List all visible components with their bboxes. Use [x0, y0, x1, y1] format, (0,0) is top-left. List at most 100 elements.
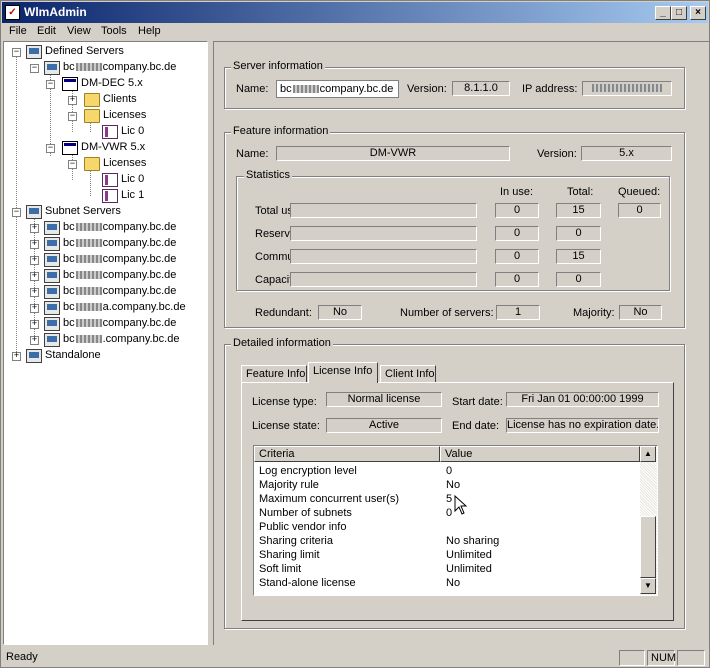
- feature-icon: [62, 141, 78, 155]
- expander-subnet-8[interactable]: +: [30, 336, 39, 345]
- redacted-text: [292, 85, 319, 94]
- server-version-field: 8.1.1.0: [452, 81, 510, 96]
- menu-help[interactable]: Help: [138, 25, 161, 37]
- num-servers-field: 1: [496, 305, 540, 320]
- expander-subnet-2[interactable]: +: [30, 240, 39, 249]
- col-header-value[interactable]: Value: [440, 446, 640, 462]
- list-item[interactable]: Stand-alone license: [259, 577, 356, 589]
- feature-version-label: Version:: [537, 148, 577, 160]
- menu-edit[interactable]: Edit: [37, 25, 56, 37]
- criteria-list[interactable]: Criteria Value Log encryption level 0 Ma…: [253, 445, 658, 596]
- folder-icon: [84, 93, 100, 107]
- title-bar[interactable]: ✓ WlmAdmin _ □ ×: [2, 2, 708, 23]
- server-group-icon: [26, 205, 42, 219]
- stat-inuse-capacity: 0: [495, 272, 539, 287]
- menu-view[interactable]: View: [67, 25, 91, 37]
- list-item[interactable]: Majority rule: [259, 479, 319, 491]
- expander-subnet-7[interactable]: +: [30, 320, 39, 329]
- stat-bar-reserved: [290, 226, 477, 241]
- stat-inuse-total-users: 0: [495, 203, 539, 218]
- redundant-label: Redundant:: [255, 307, 312, 319]
- server-tree[interactable]: − Defined Servers − bc company.bc.de − DM…: [3, 41, 208, 645]
- minimize-button[interactable]: _: [655, 6, 671, 20]
- redacted-text: [75, 255, 102, 264]
- expander-subnet-1[interactable]: +: [30, 224, 39, 233]
- menu-tools[interactable]: Tools: [101, 25, 127, 37]
- majority-label: Majority:: [573, 307, 615, 319]
- list-item[interactable]: Soft limit: [259, 563, 301, 575]
- expander-subnet-servers[interactable]: −: [12, 208, 21, 217]
- expander-subnet-6[interactable]: +: [30, 304, 39, 313]
- list-item[interactable]: Sharing criteria: [259, 535, 333, 547]
- stat-inuse-commuter: 0: [495, 249, 539, 264]
- server-icon: [44, 317, 60, 331]
- criteria-list-scrollbar[interactable]: ▲ ▼: [640, 446, 657, 595]
- list-item[interactable]: Maximum concurrent user(s): [259, 493, 399, 505]
- expander-licenses-1[interactable]: −: [68, 112, 77, 121]
- stat-bar-capacity: [290, 272, 477, 287]
- redacted-text: [75, 223, 102, 232]
- scroll-down-button[interactable]: ▼: [640, 578, 656, 594]
- close-button[interactable]: ×: [690, 6, 706, 20]
- status-panel-num: NUM: [647, 650, 676, 666]
- end-date-field: License has no expiration date.: [506, 418, 659, 433]
- menu-bar: File Edit View Tools Help: [2, 23, 708, 41]
- col-header-criteria[interactable]: Criteria: [254, 446, 440, 462]
- expander-subnet-5[interactable]: +: [30, 288, 39, 297]
- col-queued-header: Queued:: [618, 186, 661, 198]
- tab-feature-info[interactable]: Feature Info: [241, 365, 307, 383]
- stat-queued-total-users: 0: [618, 203, 661, 218]
- stat-bar-commuter: [290, 249, 477, 264]
- list-item[interactable]: Sharing limit: [259, 549, 320, 561]
- expander-standalone[interactable]: +: [12, 352, 21, 361]
- list-item-value: 0: [446, 507, 453, 519]
- feature-name-field: DM-VWR: [276, 146, 510, 161]
- feature-info-title: Feature information: [231, 125, 331, 137]
- scroll-up-button[interactable]: ▲: [640, 446, 656, 462]
- tab-license-info[interactable]: License Info: [308, 362, 378, 383]
- main-window: ✓ WlmAdmin _ □ × File Edit View Tools He…: [0, 0, 710, 668]
- expander-dm-vwr[interactable]: −: [46, 144, 55, 153]
- app-icon: ✓: [5, 5, 20, 20]
- license-type-field: Normal license: [326, 392, 442, 407]
- maximize-button[interactable]: □: [671, 6, 687, 20]
- menu-file[interactable]: File: [9, 25, 27, 37]
- expander-subnet-4[interactable]: +: [30, 272, 39, 281]
- expander-licenses-2[interactable]: −: [68, 160, 77, 169]
- ip-address-label: IP address:: [522, 83, 578, 95]
- scroll-thumb[interactable]: [640, 516, 656, 578]
- redacted-text: [592, 84, 662, 93]
- list-item-value: Unlimited: [446, 563, 492, 575]
- ip-address-field: [582, 81, 672, 96]
- tab-client-info[interactable]: Client Info: [380, 365, 436, 383]
- statistics-title: Statistics: [244, 169, 293, 181]
- list-item[interactable]: Public vendor info: [259, 521, 346, 533]
- expander-defined-servers[interactable]: −: [12, 48, 21, 57]
- feature-icon: [62, 77, 78, 91]
- start-date-label: Start date:: [452, 396, 503, 408]
- mouse-cursor-icon: [454, 495, 468, 515]
- stat-inuse-reserved: 0: [495, 226, 539, 241]
- expander-clients[interactable]: +: [68, 96, 77, 105]
- expander-server1[interactable]: −: [30, 64, 39, 73]
- license-type-label: License type:: [252, 396, 317, 408]
- redacted-text: [75, 239, 102, 248]
- redacted-text: [75, 303, 102, 312]
- list-item[interactable]: Log encryption level: [259, 465, 357, 477]
- server-icon: [44, 221, 60, 235]
- col-inuse-header: In use:: [500, 186, 534, 198]
- server-icon: [44, 253, 60, 267]
- server-icon: [44, 61, 60, 75]
- status-panel-scroll: [677, 650, 705, 666]
- details-pane: Server information Name: bc company.bc.de…: [213, 41, 709, 645]
- redacted-text: [75, 271, 102, 280]
- stat-total-capacity: 0: [556, 272, 601, 287]
- expander-dm-dec[interactable]: −: [46, 80, 55, 89]
- majority-field: No: [619, 305, 662, 320]
- feature-version-field: 5.x: [581, 146, 672, 161]
- list-item[interactable]: Number of subnets: [259, 507, 352, 519]
- license-state-label: License state:: [252, 420, 320, 432]
- expander-subnet-3[interactable]: +: [30, 256, 39, 265]
- feature-name-label: Name:: [236, 148, 269, 160]
- list-item-value: 5: [446, 493, 453, 505]
